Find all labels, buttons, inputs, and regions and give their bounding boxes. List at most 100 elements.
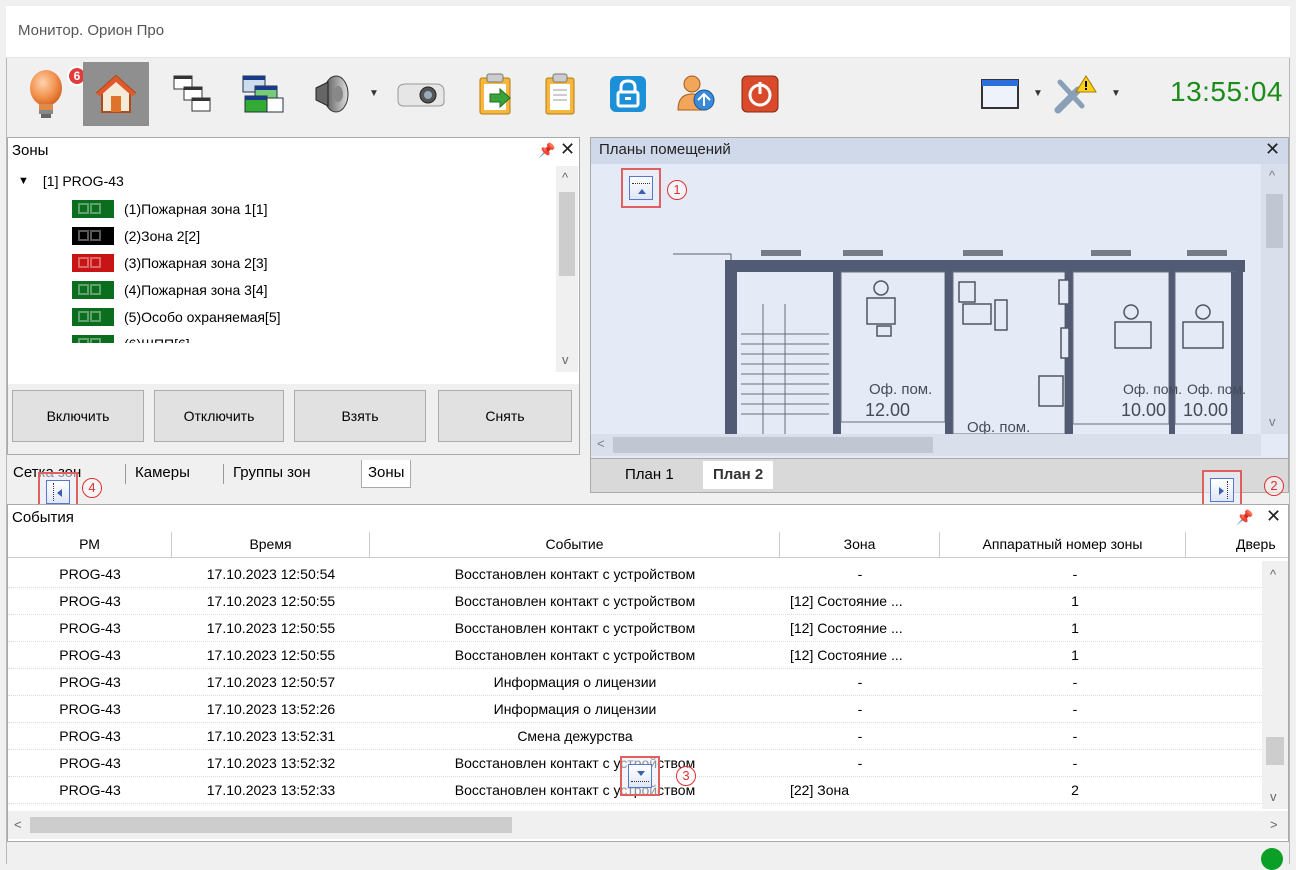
table-cell: [22] Зона: [790, 782, 850, 798]
plan-horizontal-scrollbar[interactable]: <: [591, 434, 1261, 456]
column-header-workstation[interactable]: РМ: [8, 532, 172, 558]
tools-dropdown-arrow-icon[interactable]: ▼: [1111, 88, 1121, 99]
window-layout-dropdown-arrow-icon[interactable]: ▼: [1033, 88, 1043, 99]
tree-node-device[interactable]: ▼ [1] PROG-43: [18, 168, 124, 194]
window-layout-button[interactable]: [969, 62, 1035, 126]
table-cell: 17.10.2023 12:50:54: [206, 566, 336, 582]
scroll-thumb[interactable]: [559, 192, 575, 276]
plans-icon: [242, 75, 284, 113]
table-cell: -: [1072, 755, 1078, 771]
scroll-thumb[interactable]: [1266, 737, 1284, 765]
users-button[interactable]: [663, 62, 729, 126]
tab-plan-1[interactable]: План 1: [615, 461, 684, 489]
report-button[interactable]: [527, 62, 593, 126]
table-row[interactable]: PROG-43 17.10.2023 13:52:31 Смена дежурств…: [8, 723, 1262, 750]
dock-bottom-marker[interactable]: [620, 756, 660, 796]
scroll-down-icon[interactable]: v: [562, 352, 569, 367]
scroll-thumb[interactable]: [1266, 194, 1283, 248]
table-row[interactable]: PROG-43 17.10.2023 12:50:54 Восстановлен к…: [8, 561, 1262, 588]
table-cell: Восстановлен контакт с устройством: [454, 593, 696, 609]
floor-plan-drawing: Оф. пом. 12.00 Оф. пом. Оф. пом. Оф. пом…: [673, 250, 1246, 434]
zone-status-icon: [72, 254, 114, 272]
windows-button[interactable]: [159, 62, 225, 126]
scroll-thumb[interactable]: [30, 817, 512, 833]
close-icon[interactable]: ✕: [1266, 506, 1281, 527]
clipboard-icon: [545, 73, 575, 115]
table-row[interactable]: PROG-43 17.10.2023 12:50:55 Восстановлен к…: [8, 588, 1262, 615]
lock-button[interactable]: [595, 62, 661, 126]
expand-triangle-icon[interactable]: ▼: [18, 175, 29, 187]
plan-vertical-scrollbar[interactable]: ^ v: [1261, 164, 1288, 434]
sound-dropdown-arrow-icon[interactable]: ▼: [369, 88, 379, 99]
scroll-down-icon[interactable]: v: [1269, 414, 1276, 429]
table-cell: 17.10.2023 12:50:55: [206, 620, 336, 636]
alarm-lightbulb-button[interactable]: 6: [15, 62, 87, 126]
tree-zone-3[interactable]: (3)Пожарная зона 2[3]: [72, 250, 268, 276]
zones-scrollbar[interactable]: ^ v: [556, 166, 578, 372]
tab-cameras[interactable]: Камеры: [129, 460, 196, 488]
table-row[interactable]: PROG-43 17.10.2023 12:50:55 Восстановлен к…: [8, 642, 1262, 669]
table-row[interactable]: PROG-43 17.10.2023 13:52:26 Информация о л…: [8, 696, 1262, 723]
tools-button[interactable]: [1043, 62, 1109, 126]
status-bar: [7, 842, 1289, 870]
table-cell: Восстановлен контакт с устройством: [454, 620, 696, 636]
home-icon: [95, 74, 137, 113]
table-cell: -: [1072, 674, 1078, 690]
table-cell: Восстановлен контакт с устройством: [454, 782, 696, 798]
table-cell: 17.10.2023 13:52:26: [206, 701, 336, 717]
table-row[interactable]: PROG-43 17.10.2023 12:50:57 Информация о л…: [8, 669, 1262, 696]
dock-bottom-icon: [628, 764, 652, 788]
pin-icon[interactable]: 📌: [1236, 509, 1253, 526]
zones-panel: Зоны 📌 ✕ ▼ [1] PROG-43 (1)Пожарная зона …: [7, 137, 580, 455]
scroll-up-icon[interactable]: ^: [1270, 567, 1276, 582]
tree-zone-5[interactable]: (5)Особо охраняемая[5]: [72, 304, 281, 330]
events-horizontal-scrollbar[interactable]: < >: [8, 811, 1288, 839]
tree-zone-label: (3)Пожарная зона 2[3]: [124, 255, 268, 271]
window-layout-icon: [981, 79, 1019, 109]
home-button[interactable]: [83, 62, 149, 126]
scroll-thumb[interactable]: [613, 437, 933, 453]
column-header-event[interactable]: Событие: [370, 532, 780, 558]
sound-button[interactable]: [299, 62, 365, 126]
room-label-1: Оф. пом.: [869, 381, 932, 398]
arm-button[interactable]: Взять: [294, 390, 426, 442]
windows-icon: [173, 75, 211, 112]
column-header-hw-zone[interactable]: Аппаратный номер зоны: [940, 532, 1186, 558]
scroll-down-icon[interactable]: v: [1270, 789, 1277, 804]
pin-icon[interactable]: 📌: [538, 142, 555, 159]
room-area-1: 12.00: [865, 400, 910, 420]
plans-button[interactable]: [229, 62, 295, 126]
power-button[interactable]: [727, 62, 793, 126]
scroll-left-icon[interactable]: <: [14, 817, 22, 832]
tab-plan-2[interactable]: План 2: [703, 461, 774, 489]
tree-zone-2[interactable]: (2)Зона 2[2]: [72, 223, 200, 249]
scroll-up-icon[interactable]: ^: [1269, 168, 1275, 183]
plan-tab-strip: План 1 План 2: [590, 459, 1289, 493]
tab-zones[interactable]: Зоны: [361, 460, 412, 488]
events-vertical-scrollbar[interactable]: ^ v: [1262, 561, 1288, 809]
column-header-time[interactable]: Время: [172, 532, 370, 558]
tab-zone-groups[interactable]: Группы зон: [227, 460, 316, 488]
scroll-left-icon[interactable]: <: [597, 436, 605, 451]
column-header-zone[interactable]: Зона: [780, 532, 940, 558]
column-header-door[interactable]: Дверь: [1186, 532, 1288, 558]
enable-button[interactable]: Включить: [12, 390, 144, 442]
tree-zone-4[interactable]: (4)Пожарная зона 3[4]: [72, 277, 268, 303]
export-button[interactable]: [463, 62, 529, 126]
room-area-3: 10.00: [1121, 400, 1166, 420]
floor-plan-canvas[interactable]: Оф. пом. 12.00 Оф. пом. Оф. пом. Оф. пом…: [591, 164, 1261, 434]
scroll-up-icon[interactable]: ^: [562, 170, 568, 185]
table-row[interactable]: PROG-43 17.10.2023 12:50:55 Восстановлен к…: [8, 615, 1262, 642]
projector-button[interactable]: [387, 62, 453, 126]
scroll-right-icon[interactable]: >: [1270, 817, 1278, 832]
close-icon[interactable]: ✕: [560, 139, 575, 160]
disable-button[interactable]: Отключить: [154, 390, 284, 442]
close-icon[interactable]: ✕: [1265, 139, 1280, 160]
tree-zone-1[interactable]: (1)Пожарная зона 1[1]: [72, 196, 268, 222]
dock-top-icon: [629, 176, 653, 200]
tree-zone-6[interactable]: (6)ШПП[6]: [72, 331, 190, 343]
disarm-button[interactable]: Снять: [438, 390, 572, 442]
dock-top-marker[interactable]: [621, 168, 661, 208]
table-cell: Информация о лицензии: [493, 674, 657, 690]
table-cell: [12] Состояние ...: [790, 620, 903, 636]
